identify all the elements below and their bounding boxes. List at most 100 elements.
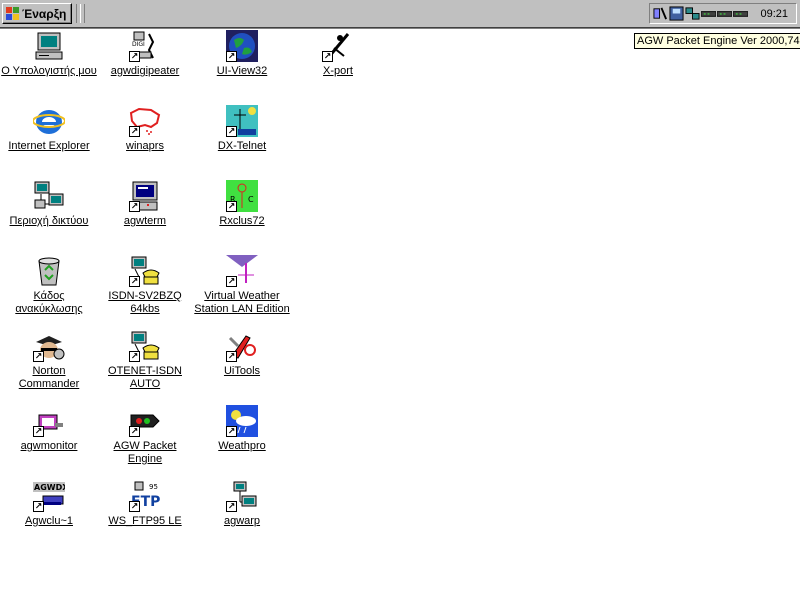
desktop-icon-label: OTENET-ISDN AUTO bbox=[108, 365, 182, 390]
desktop-icon-label: UiTools bbox=[223, 365, 261, 377]
agwarp-icon: ↗ bbox=[226, 480, 258, 512]
desktop-icon-virtual-weather-station[interactable]: ↗ Virtual Weather Station LAN Edition bbox=[194, 255, 290, 316]
shortcut-arrow-icon: ↗ bbox=[226, 126, 237, 137]
desktop-icon-agwarp[interactable]: ↗ agwarp bbox=[194, 480, 290, 528]
svg-text:DIGI: DIGI bbox=[132, 41, 145, 48]
shortcut-arrow-icon: ↗ bbox=[226, 351, 237, 362]
shortcut-arrow-icon: ↗ bbox=[129, 426, 140, 437]
desktop-icon-label: Agwclu~1 bbox=[24, 515, 73, 527]
disk-tray-icon[interactable] bbox=[669, 6, 684, 21]
modem-tray-icon-1[interactable] bbox=[701, 6, 716, 21]
desktop-icon-ui-view32[interactable]: ↗ UI-View32 bbox=[194, 30, 290, 78]
desktop-icon-agwclu[interactable]: AGWDX ↗ Agwclu~1 bbox=[1, 480, 97, 528]
clock[interactable]: 09:21 bbox=[760, 8, 788, 20]
desktop-icon-agwdigipeater[interactable]: DIGI ↗ agwdigipeater bbox=[97, 30, 193, 78]
desktop-icon-label: Virtual Weather Station LAN Edition bbox=[194, 290, 290, 315]
shortcut-arrow-icon: ↗ bbox=[226, 51, 237, 62]
taskbar-handle-2[interactable] bbox=[80, 4, 85, 23]
desktop-icon-label: winaprs bbox=[126, 140, 164, 152]
computer-icon bbox=[33, 30, 65, 62]
shortcut-arrow-icon: ↗ bbox=[226, 201, 237, 212]
desktop-icon-label: agwdigipeater bbox=[110, 65, 180, 77]
shortcut-arrow-icon: ↗ bbox=[322, 51, 333, 62]
taskbar: Έναρξη 09:21 bbox=[0, 0, 800, 29]
tooltip: AGW Packet Engine Ver 2000,74 bbox=[634, 33, 800, 49]
desktop-icon-weathpro[interactable]: ↗ Weathpro bbox=[194, 405, 290, 453]
shortcut-arrow-icon: ↗ bbox=[33, 426, 44, 437]
desktop-icon-label: WS_FTP95 LE bbox=[108, 515, 182, 527]
desktop-icon-uitools[interactable]: ↗ UiTools bbox=[194, 330, 290, 378]
agwdx-icon: AGWDX ↗ bbox=[33, 480, 65, 512]
network-tray-icon[interactable] bbox=[685, 6, 700, 21]
shortcut-arrow-icon: ↗ bbox=[129, 501, 140, 512]
recycle-bin-icon bbox=[33, 255, 65, 287]
shortcut-arrow-icon: ↗ bbox=[226, 426, 237, 437]
svg-text:95: 95 bbox=[149, 483, 158, 491]
start-label: Έναρξη bbox=[22, 6, 67, 21]
shortcut-arrow-icon: ↗ bbox=[129, 351, 140, 362]
shortcut-arrow-icon: ↗ bbox=[33, 501, 44, 512]
desktop-icon-agwterm[interactable]: ↗ agwterm bbox=[97, 180, 193, 228]
modem-tray-icon-2[interactable] bbox=[717, 6, 732, 21]
desktop-icon-recycle-bin[interactable]: Κάδος ανακύκλωσης bbox=[1, 255, 97, 316]
agw-tray-icon[interactable] bbox=[653, 6, 668, 21]
weather-station-icon: ↗ bbox=[226, 255, 258, 287]
desktop-icon-label: Κάδος ανακύκλωσης bbox=[15, 290, 83, 315]
svg-text:C: C bbox=[248, 195, 254, 204]
winaprs-icon: ↗ bbox=[129, 105, 161, 137]
agwmonitor-icon: ↗ bbox=[33, 405, 65, 437]
agwterm-icon: ↗ bbox=[129, 180, 161, 212]
desktop-icon-label: Ο Υπολογιστής μου bbox=[1, 65, 97, 77]
desktop-icon-label: AGW Packet Engine bbox=[113, 440, 177, 465]
desktop-icon-dx-telnet[interactable]: ↗ DX-Telnet bbox=[194, 105, 290, 153]
desktop-icon-network-neighborhood[interactable]: Περιοχή δικτύου bbox=[1, 180, 97, 228]
desktop-icon-label: DX-Telnet bbox=[217, 140, 267, 152]
rxclus-icon: RC ↗ bbox=[226, 180, 258, 212]
dialup-icon: ↗ bbox=[129, 330, 161, 362]
desktop-icon-otenet-isdn[interactable]: ↗ OTENET-ISDN AUTO bbox=[97, 330, 193, 391]
desktop-icon-agw-packet-engine[interactable]: ↗ AGW Packet Engine bbox=[97, 405, 193, 466]
dialup-icon: ↗ bbox=[129, 255, 161, 287]
globe-icon: ↗ bbox=[226, 30, 258, 62]
desktop-icon-rxclus72[interactable]: RC ↗ Rxclus72 bbox=[194, 180, 290, 228]
desktop-icon-isdn-sv2bzq[interactable]: ↗ ISDN-SV2BZQ 64kbs bbox=[97, 255, 193, 316]
network-icon bbox=[33, 180, 65, 212]
desktop-icon-label: agwterm bbox=[123, 215, 167, 227]
desktop-icon-label: Περιοχή δικτύου bbox=[9, 215, 89, 227]
desktop-icon-label: UI-View32 bbox=[216, 65, 268, 77]
xport-icon: ↗ bbox=[322, 30, 354, 62]
dx-telnet-icon: ↗ bbox=[226, 105, 258, 137]
norton-commander-icon: ↗ bbox=[33, 330, 65, 362]
start-button[interactable]: Έναρξη bbox=[2, 3, 72, 24]
modem-tray-icon-3[interactable] bbox=[733, 6, 748, 21]
desktop-icon-label: agwmonitor bbox=[20, 440, 78, 452]
desktop-icon-label: Norton Commander bbox=[18, 365, 80, 390]
internet-explorer-icon bbox=[33, 105, 65, 137]
desktop-icon-label: Internet Explorer bbox=[8, 140, 90, 152]
weathpro-icon: ↗ bbox=[226, 405, 258, 437]
desktop-icon-label: Weathpro bbox=[218, 440, 266, 452]
desktop-icon-my-computer[interactable]: Ο Υπολογιστής μου bbox=[1, 30, 97, 78]
shortcut-arrow-icon: ↗ bbox=[129, 126, 140, 137]
desktop-icon-winaprs[interactable]: ↗ winaprs bbox=[97, 105, 193, 153]
digipeater-icon: DIGI ↗ bbox=[129, 30, 161, 62]
system-tray: 09:21 bbox=[649, 3, 797, 24]
shortcut-arrow-icon: ↗ bbox=[226, 276, 237, 287]
desktop-icon-norton-commander[interactable]: ↗ Norton Commander bbox=[1, 330, 97, 391]
windows-flag-icon bbox=[6, 6, 20, 21]
desktop-icon-internet-explorer[interactable]: Internet Explorer bbox=[1, 105, 97, 153]
desktop-icon-label: X-port bbox=[323, 65, 353, 77]
shortcut-arrow-icon: ↗ bbox=[226, 501, 237, 512]
svg-text:AGWDX: AGWDX bbox=[34, 483, 65, 492]
shortcut-arrow-icon: ↗ bbox=[129, 51, 140, 62]
desktop-icon-ws-ftp95[interactable]: FTP 95 ↗ WS_FTP95 LE bbox=[97, 480, 193, 528]
uitools-icon: ↗ bbox=[226, 330, 258, 362]
packet-engine-icon: ↗ bbox=[129, 405, 161, 437]
shortcut-arrow-icon: ↗ bbox=[129, 201, 140, 212]
ftp-icon: FTP 95 ↗ bbox=[129, 480, 161, 512]
desktop-icon-x-port[interactable]: ↗ X-port bbox=[290, 30, 386, 78]
desktop-icon-label: Rxclus72 bbox=[219, 215, 265, 227]
desktop-icon-agwmonitor[interactable]: ↗ agwmonitor bbox=[1, 405, 97, 453]
shortcut-arrow-icon: ↗ bbox=[33, 351, 44, 362]
desktop-icon-label: agwarp bbox=[223, 515, 261, 527]
